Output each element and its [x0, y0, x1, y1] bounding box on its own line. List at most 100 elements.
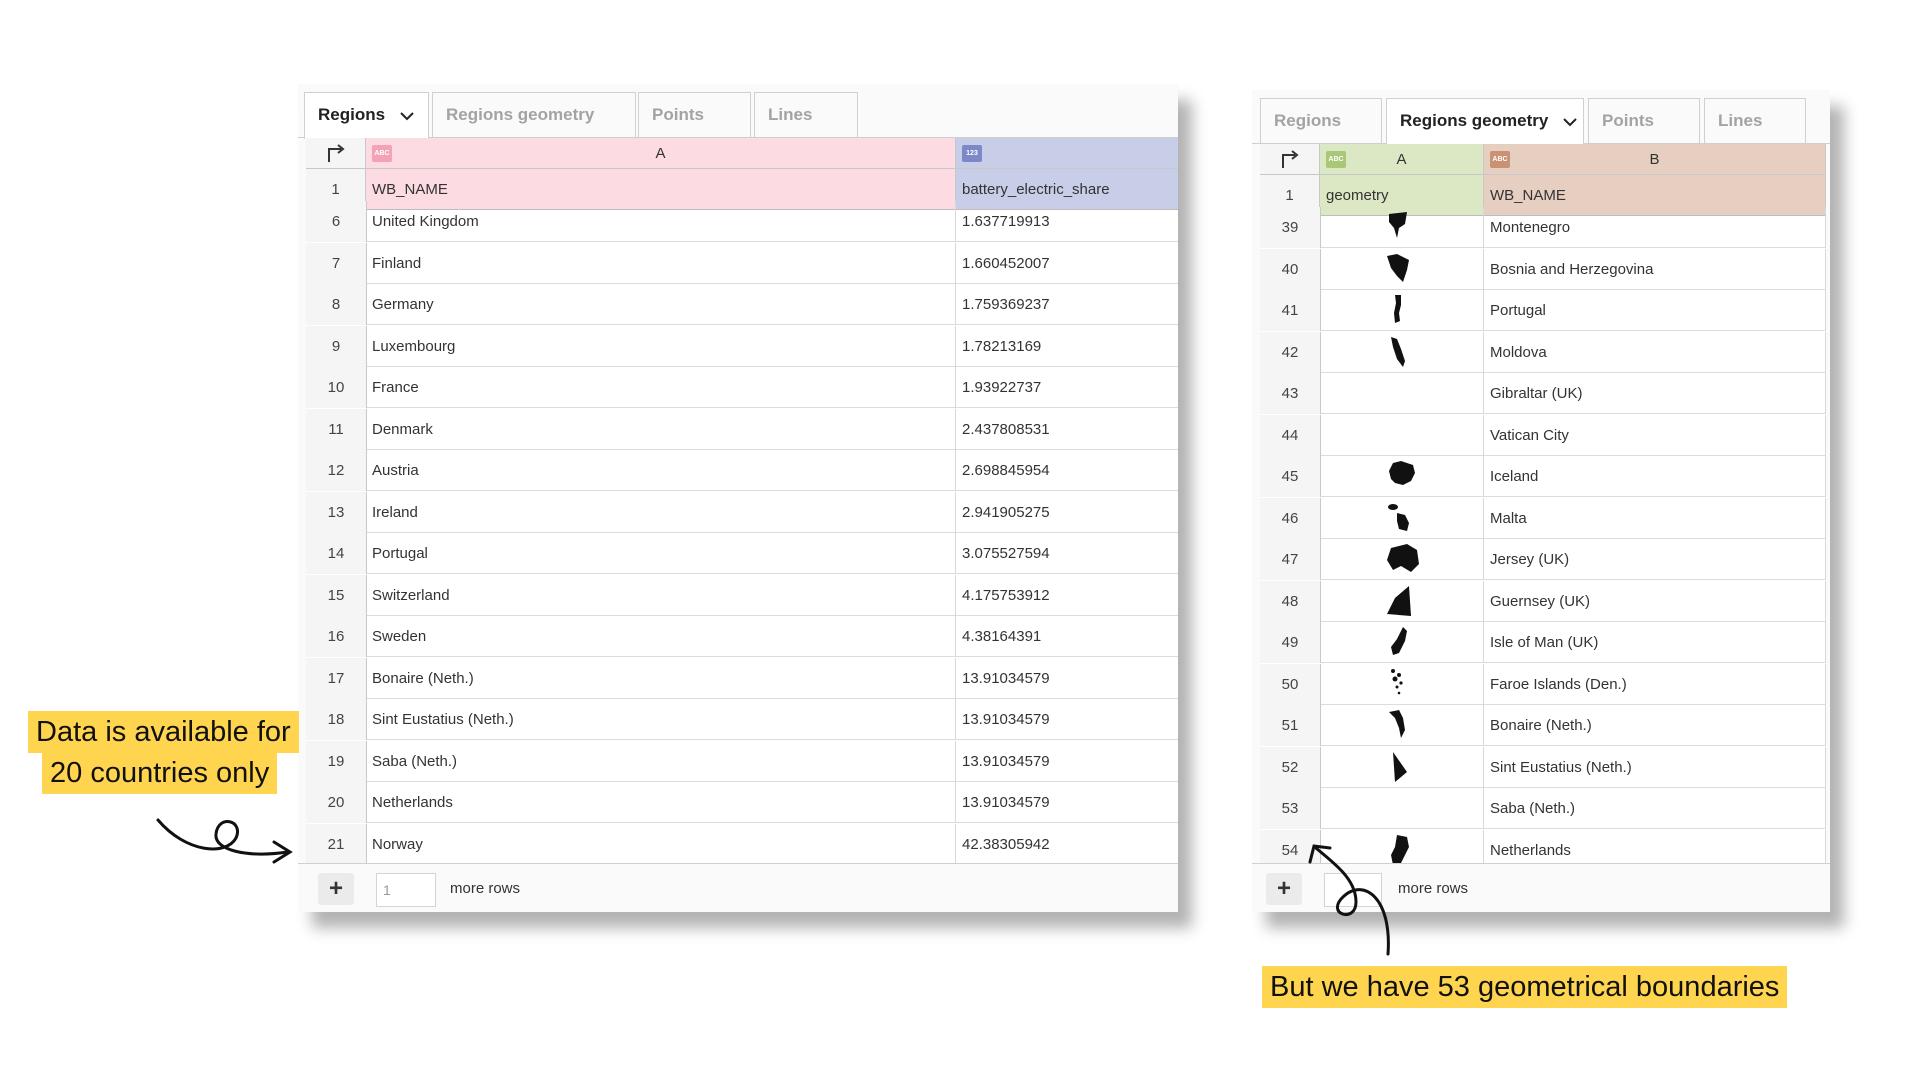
chevron-down-icon[interactable]	[400, 94, 414, 138]
cell-battery-electric-share[interactable]: 1.637719913	[956, 201, 1178, 242]
geometry-shape-icon	[1320, 459, 1483, 493]
cell-battery-electric-share[interactable]: 13.91034579	[956, 699, 1178, 740]
geometry-shape-icon	[1320, 708, 1483, 742]
row-number: 43	[1260, 373, 1321, 414]
cell-geometry[interactable]	[1320, 207, 1484, 248]
cell-wb-name[interactable]: Vatican City	[1484, 414, 1826, 456]
column-header-a[interactable]: ABC A	[366, 138, 956, 169]
column-header-a[interactable]: ABC A	[1320, 144, 1484, 175]
rows-count-input[interactable]	[376, 873, 436, 907]
cell-wb-name[interactable]: Gibraltar (UK)	[1484, 373, 1826, 414]
cell-battery-electric-share[interactable]: 2.941905275	[956, 492, 1178, 533]
cell-geometry[interactable]	[1320, 331, 1484, 373]
number-type-badge: 123	[962, 145, 982, 162]
cell-battery-electric-share[interactable]: 1.93922737	[956, 367, 1178, 408]
row-number: 19	[306, 740, 367, 782]
table-row: 8 Germany 1.759369237	[306, 284, 1178, 325]
cell-battery-electric-share[interactable]: 42.38305942	[956, 824, 1178, 865]
cell-wb-name[interactable]: Portugal	[1484, 290, 1826, 331]
tab-label: Regions	[318, 105, 386, 124]
cell-wb-name[interactable]: Faroe Islands (Den.)	[1484, 663, 1826, 705]
cell-battery-electric-share[interactable]: 3.075527594	[956, 533, 1178, 574]
cell-battery-electric-share[interactable]: 13.91034579	[956, 658, 1178, 699]
tab-regions-geometry[interactable]: Regions geometry	[432, 92, 636, 137]
cell-wb-name[interactable]: Luxembourg	[366, 325, 956, 367]
cell-wb-name[interactable]: Guernsey (UK)	[1484, 580, 1826, 622]
tab-label: Regions	[1274, 111, 1342, 130]
cell-geometry[interactable]	[1320, 456, 1484, 497]
cell-wb-name[interactable]: Germany	[366, 284, 956, 325]
cell-wb-name[interactable]: Sint Eustatius (Neth.)	[1484, 746, 1826, 788]
cell-wb-name[interactable]: Portugal	[366, 533, 956, 574]
cell-wb-name[interactable]: Netherlands	[1484, 829, 1826, 864]
cell-geometry[interactable]	[1320, 414, 1484, 456]
tab-points[interactable]: Points	[1588, 98, 1700, 143]
cell-battery-electric-share[interactable]: 4.175753912	[956, 575, 1178, 616]
cell-geometry[interactable]	[1320, 788, 1484, 829]
table-body: 39 Montenegro 40 Bosnia and Herzegovina 41 Po…	[1260, 207, 1826, 864]
cell-wb-name[interactable]: Ireland	[366, 491, 956, 533]
tab-label: Points	[652, 105, 704, 124]
cell-wb-name[interactable]: Isle of Man (UK)	[1484, 622, 1826, 663]
tab-lines[interactable]: Lines	[1704, 98, 1806, 143]
chevron-down-icon[interactable]	[1563, 100, 1577, 144]
cell-battery-electric-share[interactable]: 1.759369237	[956, 284, 1178, 325]
cell-wb-name[interactable]: Netherlands	[366, 782, 956, 823]
cell-wb-name[interactable]: Jersey (UK)	[1484, 539, 1826, 580]
column-header-b[interactable]: ABC B	[1484, 144, 1826, 175]
row-number: 47	[1260, 539, 1321, 580]
cell-battery-electric-share[interactable]: 13.91034579	[956, 741, 1178, 782]
right-callout: But we have 53 geometrical boundaries	[1262, 966, 1788, 1008]
cell-geometry[interactable]	[1320, 622, 1484, 663]
cell-wb-name[interactable]: Bonaire (Neth.)	[1484, 705, 1826, 746]
cell-wb-name[interactable]: Moldova	[1484, 331, 1826, 373]
cell-geometry[interactable]	[1320, 539, 1484, 580]
cell-wb-name[interactable]: Bonaire (Neth.)	[366, 657, 956, 699]
grid-corner[interactable]	[1260, 144, 1320, 175]
cell-geometry[interactable]	[1320, 580, 1484, 622]
cell-geometry[interactable]	[1320, 746, 1484, 788]
cell-geometry[interactable]	[1320, 497, 1484, 539]
cell-geometry[interactable]	[1320, 248, 1484, 290]
cell-geometry[interactable]	[1320, 373, 1484, 414]
cell-wb-name[interactable]: France	[366, 367, 956, 408]
cell-battery-electric-share[interactable]: 2.437808531	[956, 409, 1178, 450]
cell-wb-name[interactable]: United Kingdom	[366, 201, 956, 242]
cell-wb-name[interactable]: Saba (Neth.)	[1484, 788, 1826, 829]
row-number: 42	[1260, 331, 1321, 373]
cell-geometry[interactable]	[1320, 705, 1484, 746]
cell-wb-name[interactable]: Saba (Neth.)	[366, 740, 956, 782]
tab-regions[interactable]: Regions	[304, 92, 429, 139]
cell-geometry[interactable]	[1320, 663, 1484, 705]
cell-battery-electric-share[interactable]: 1.78213169	[956, 326, 1178, 367]
cell-wb-name[interactable]: Montenegro	[1484, 207, 1826, 248]
grid-corner[interactable]	[306, 138, 366, 169]
tab-regions[interactable]: Regions	[1260, 98, 1382, 143]
tab-lines[interactable]: Lines	[754, 92, 858, 137]
add-rows-button[interactable]: +	[318, 873, 354, 905]
tab-points[interactable]: Points	[638, 92, 751, 137]
cell-battery-electric-share[interactable]: 4.38164391	[956, 616, 1178, 657]
cell-wb-name[interactable]: Sint Eustatius (Neth.)	[366, 699, 956, 740]
text-type-badge: ABC	[1326, 151, 1346, 168]
row-number: 13	[306, 491, 367, 533]
cell-wb-name[interactable]: Finland	[366, 242, 956, 284]
row-number: 53	[1260, 788, 1321, 829]
cell-wb-name[interactable]: Sweden	[366, 616, 956, 657]
cell-wb-name[interactable]: Iceland	[1484, 456, 1826, 497]
cell-battery-electric-share[interactable]: 2.698845954	[956, 450, 1178, 491]
cell-wb-name[interactable]: Bosnia and Herzegovina	[1484, 248, 1826, 290]
cell-geometry[interactable]	[1320, 290, 1484, 331]
cell-battery-electric-share[interactable]: 13.91034579	[956, 782, 1178, 823]
row-number: 7	[306, 242, 367, 284]
cell-wb-name[interactable]: Switzerland	[366, 574, 956, 616]
cell-wb-name[interactable]: Malta	[1484, 497, 1826, 539]
cell-wb-name[interactable]: Denmark	[366, 408, 956, 450]
cell-battery-electric-share[interactable]: 1.660452007	[956, 243, 1178, 284]
tab-regions-geometry[interactable]: Regions geometry	[1386, 98, 1584, 145]
add-rows-button[interactable]: +	[1266, 873, 1302, 905]
cell-wb-name[interactable]: Norway	[366, 823, 956, 864]
column-header-b[interactable]: 123	[956, 138, 1178, 169]
cell-wb-name[interactable]: Austria	[366, 450, 956, 491]
row-number: 44	[1260, 414, 1321, 456]
